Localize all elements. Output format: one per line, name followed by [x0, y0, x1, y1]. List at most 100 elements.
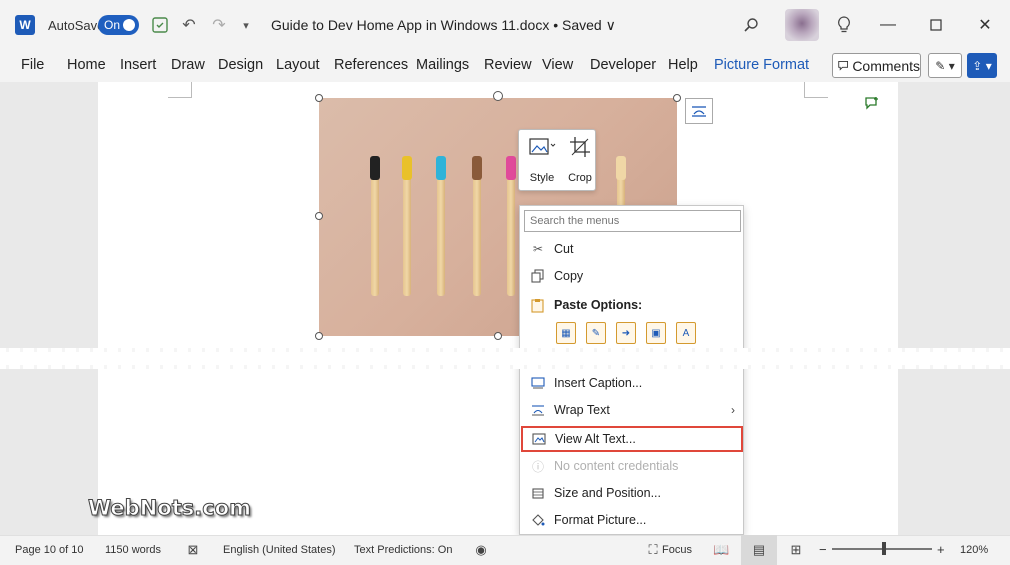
pencil-icon: ✎ [935, 58, 946, 73]
tab-insert[interactable]: Insert [120, 57, 156, 73]
resize-handle-top-left[interactable] [315, 94, 323, 102]
lightbulb-icon[interactable] [833, 14, 855, 36]
paint-bucket-icon [530, 512, 546, 528]
search-icon[interactable] [740, 14, 762, 36]
tab-references[interactable]: References [334, 57, 408, 73]
menu-item-view-alt-text[interactable]: View Alt Text... [521, 426, 743, 452]
menu-item-no-content-credentials: ⓘ No content credentials [531, 459, 679, 474]
menu-item-format-picture[interactable]: Format Picture... [520, 507, 743, 533]
redo-icon[interactable]: ↷ [208, 14, 230, 36]
new-comment-icon[interactable] [864, 96, 882, 112]
zoom-in-icon[interactable]: + [937, 542, 945, 557]
comments-button[interactable]: Comments [832, 53, 921, 78]
autosave-label: AutoSave [48, 18, 105, 33]
menu-item-size-and-position[interactable]: Size and Position... [520, 480, 743, 506]
crop-icon [561, 136, 599, 162]
copy-icon [530, 268, 546, 284]
torn-edge-divider [0, 348, 1010, 369]
toothbrush-bristles [472, 156, 482, 180]
toothbrush-bristles [506, 156, 516, 180]
tab-mailings[interactable]: Mailings [416, 57, 469, 73]
share-icon: ⇪ [972, 58, 983, 73]
focus-label[interactable]: Focus [662, 544, 692, 556]
toothbrush-bristles [402, 156, 412, 180]
focus-icon[interactable]: ⛶ [645, 542, 661, 558]
web-layout-icon[interactable]: ⊞ [788, 542, 804, 558]
resize-handle-bottom[interactable] [494, 332, 502, 340]
resize-handle-left[interactable] [315, 212, 323, 220]
maximize-button[interactable] [925, 14, 947, 36]
wrap-text-icon [530, 402, 546, 418]
tab-review[interactable]: Review [484, 57, 532, 73]
resize-handle-top-right[interactable] [673, 94, 681, 102]
menu-item-wrap-text[interactable]: Wrap Text › [520, 397, 743, 423]
tab-view[interactable]: View [542, 57, 573, 73]
menu-item-insert-caption[interactable]: Insert Caption... [520, 370, 743, 396]
accessibility-icon[interactable]: ◉ [473, 542, 489, 558]
close-button[interactable]: ✕ [974, 14, 996, 36]
crop-label: Crop [568, 172, 592, 184]
resize-handle-bottom-left[interactable] [315, 332, 323, 340]
paste-merge-format-icon[interactable]: ✎ [586, 322, 606, 344]
tab-developer[interactable]: Developer [590, 57, 656, 73]
tab-design[interactable]: Design [218, 57, 263, 73]
print-layout-icon[interactable]: ▤ [751, 542, 767, 558]
search-menus-input[interactable] [524, 210, 741, 232]
paste-options-heading: Paste Options: [520, 292, 743, 318]
margin-mark [168, 82, 192, 98]
page-count[interactable]: Page 10 of 10 [15, 544, 84, 556]
editing-mode-button[interactable]: ✎ ▾ [928, 53, 962, 78]
chevron-down-icon: ▾ [948, 58, 955, 73]
title-bar: W AutoSave On ↶ ↷ ▾ Guide to Dev Home Ap… [0, 0, 1010, 50]
zoom-level[interactable]: 120% [960, 544, 988, 556]
language[interactable]: English (United States) [223, 544, 336, 556]
paste-options-row: ▦ ✎ ➜ ▣ A [556, 322, 696, 344]
toothbrush-bristles [616, 156, 626, 180]
zoom-slider-thumb[interactable] [882, 542, 886, 555]
tab-layout[interactable]: Layout [276, 57, 320, 73]
avatar[interactable] [785, 9, 819, 41]
clipboard-icon [530, 297, 546, 313]
word-logo-icon: W [15, 15, 35, 35]
margin-mark [804, 82, 828, 98]
menu-item-copy[interactable]: Copy [520, 263, 743, 289]
paste-text-only-icon[interactable]: A [676, 322, 696, 344]
customize-qat-icon[interactable]: ▾ [235, 14, 257, 36]
minimize-button[interactable]: — [877, 14, 899, 36]
context-menu: ✂ Cut Copy Paste Options: ▦ ✎ ➜ ▣ A Inse… [519, 205, 744, 535]
caption-icon [530, 375, 546, 391]
tab-help[interactable]: Help [668, 57, 698, 73]
read-mode-icon[interactable]: 📖 [713, 542, 729, 558]
tab-draw[interactable]: Draw [171, 57, 205, 73]
tab-home[interactable]: Home [67, 57, 106, 73]
share-button[interactable]: ⇪ ▾ [967, 53, 997, 78]
comment-icon [838, 61, 849, 71]
picture-style-icon [523, 136, 561, 162]
tab-file[interactable]: File [21, 57, 44, 73]
save-icon[interactable] [149, 14, 171, 36]
mini-toolbar: Style Crop [518, 129, 596, 191]
text-predictions[interactable]: Text Predictions: On [354, 544, 452, 556]
layout-options-button[interactable] [685, 98, 713, 124]
size-position-icon [530, 485, 546, 501]
tab-picture-format[interactable]: Picture Format [714, 57, 809, 73]
paste-picture-icon[interactable]: ▣ [646, 322, 666, 344]
comments-label: Comments [852, 57, 920, 74]
wrap-layout-icon [692, 106, 706, 117]
autosave-toggle[interactable]: On [98, 15, 139, 35]
toothbrush-bristles [370, 156, 380, 180]
paste-keep-source-icon[interactable]: ▦ [556, 322, 576, 344]
info-icon: ⓘ [531, 459, 544, 474]
word-count[interactable]: 1150 words [105, 544, 161, 556]
style-button[interactable]: Style [523, 136, 561, 186]
crop-button[interactable]: Crop [561, 136, 599, 186]
chevron-down-icon: ▾ [985, 58, 992, 73]
proofing-icon[interactable]: ⊠ [185, 542, 201, 558]
zoom-out-icon[interactable]: − [819, 542, 827, 557]
chevron-right-icon: › [731, 403, 735, 417]
document-title[interactable]: Guide to Dev Home App in Windows 11.docx… [271, 17, 616, 34]
undo-icon[interactable]: ↶ [178, 14, 200, 36]
menu-item-cut[interactable]: ✂ Cut [520, 236, 743, 262]
resize-handle-top[interactable] [493, 91, 503, 101]
paste-keep-text-icon[interactable]: ➜ [616, 322, 636, 344]
